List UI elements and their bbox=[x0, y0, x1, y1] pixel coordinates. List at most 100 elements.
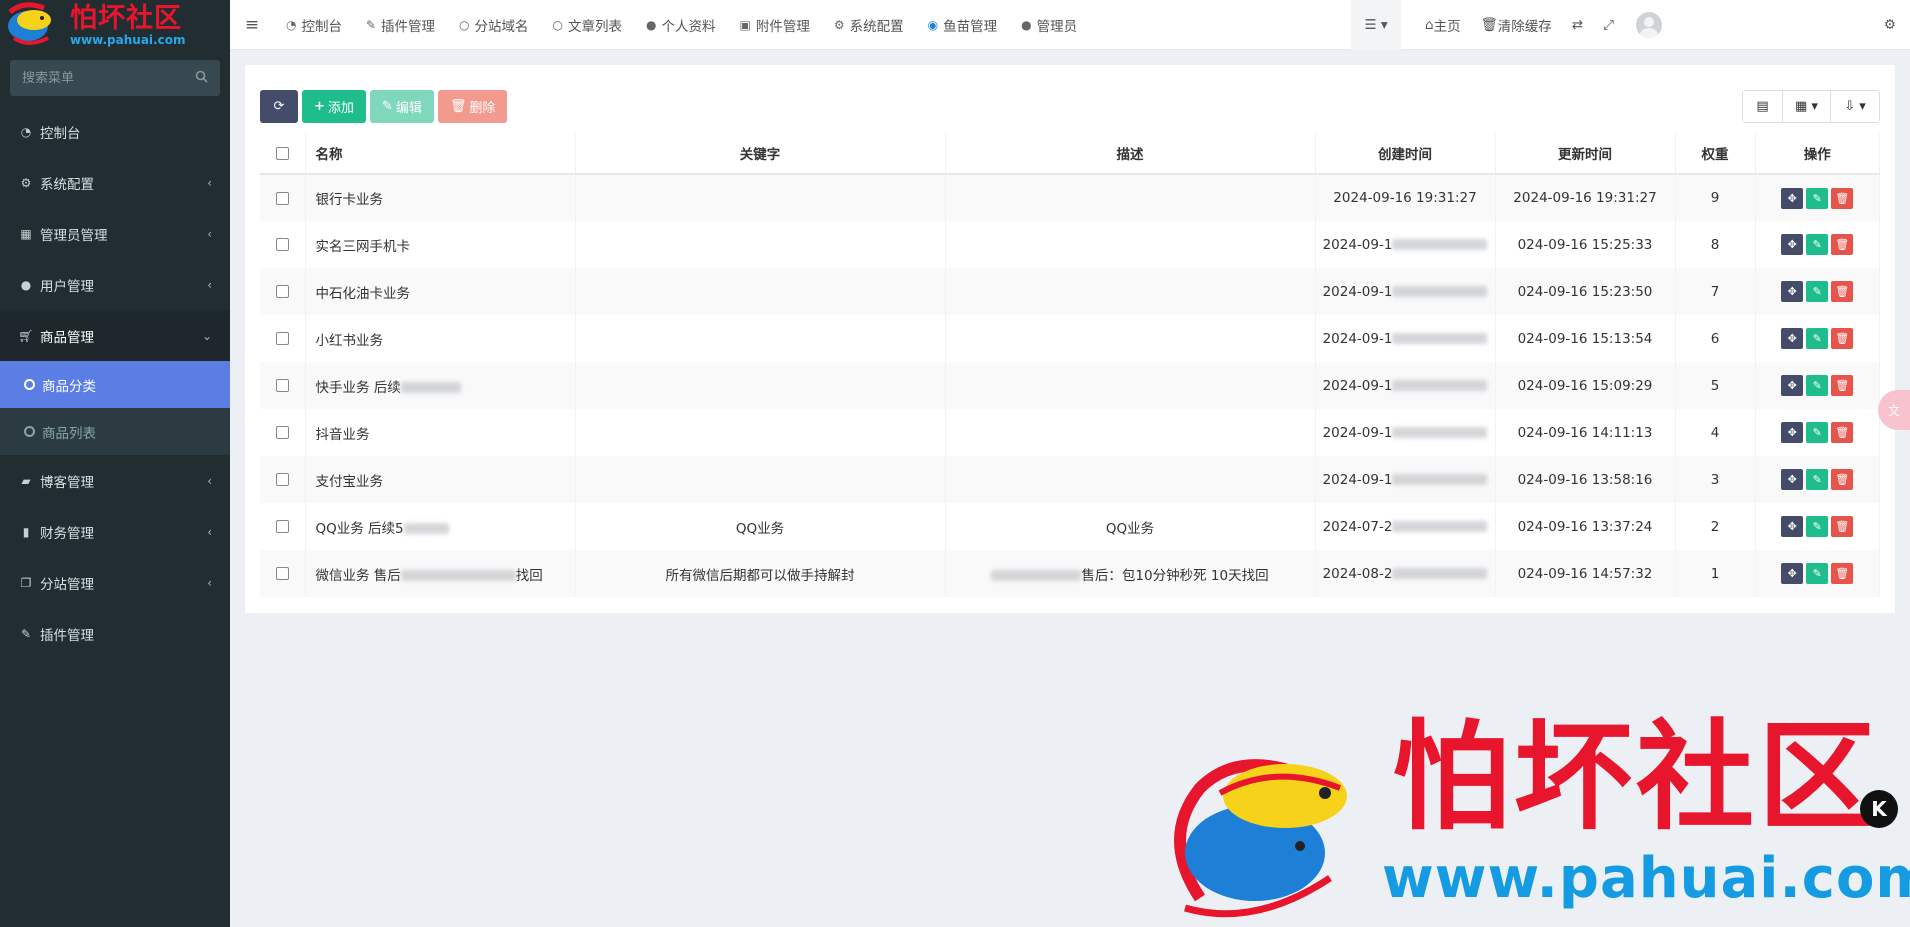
pencil-icon[interactable]: ✎ bbox=[1806, 187, 1829, 209]
select-all-checkbox[interactable] bbox=[275, 146, 289, 160]
nav-item-profile[interactable]: ● 个人资料 bbox=[634, 0, 727, 50]
clear-cache-button[interactable]: 🗑︎ 清除缓存 bbox=[1471, 0, 1562, 50]
col-desc[interactable]: 描述 bbox=[945, 133, 1316, 175]
pencil-icon[interactable]: ✎ bbox=[1806, 469, 1829, 490]
trash-icon[interactable]: 🗑︎ bbox=[1831, 281, 1854, 302]
sidebar-item-user-manage[interactable]: ● 用户管理 ‹ bbox=[0, 259, 230, 310]
sidebar-item-goods-manage[interactable]: 🛒︎ 商品管理 ⌄ bbox=[0, 310, 230, 361]
row-checkbox[interactable] bbox=[275, 473, 289, 486]
move-icon[interactable]: ✥ bbox=[1781, 281, 1804, 302]
pencil-icon[interactable]: ✎ bbox=[1806, 563, 1829, 584]
sidebar-item-system-config[interactable]: ⚙ 系统配置 ‹ bbox=[0, 157, 230, 208]
logo[interactable]: 怕坏社区 www.pahuai.com bbox=[0, 0, 230, 50]
row-checkbox[interactable] bbox=[275, 285, 289, 298]
columns-dropdown[interactable]: ▦ ▾ bbox=[1783, 91, 1831, 122]
cell-name-text: 快手业务 后续 bbox=[315, 379, 401, 396]
col-created[interactable]: 创建时间 bbox=[1315, 133, 1496, 175]
col-name[interactable]: 名称 bbox=[305, 133, 576, 175]
nav-item-fish-manage[interactable]: ◉ 鱼苗管理 bbox=[916, 0, 1009, 50]
table-row[interactable]: QQ业务 后续5 QQ业务 QQ业务 2024-07-2 024-09-16 1… bbox=[260, 503, 1880, 550]
translate-button[interactable]: ⇄ bbox=[1562, 0, 1593, 50]
row-checkbox[interactable] bbox=[275, 238, 289, 251]
sidebar-item-finance-manage[interactable]: ▮ 财务管理 ‹ bbox=[0, 506, 230, 557]
row-checkbox[interactable] bbox=[275, 332, 289, 345]
nav-item-label: 插件管理 bbox=[381, 18, 436, 35]
fullscreen-button[interactable]: ⤢ bbox=[1593, 0, 1624, 50]
sidebar-item-dashboard[interactable]: ◔ 控制台 bbox=[0, 106, 230, 157]
sidebar-item-blog-manage[interactable]: ▰ 博客管理 ‹ bbox=[0, 455, 230, 506]
row-checkbox[interactable] bbox=[275, 567, 289, 580]
menu-search-input[interactable] bbox=[22, 70, 172, 86]
move-icon[interactable]: ✥ bbox=[1781, 328, 1804, 349]
menu-toggle-dropdown[interactable]: ☰ ▾ bbox=[1351, 0, 1402, 50]
row-checkbox[interactable] bbox=[275, 426, 289, 439]
nav-item-attachments[interactable]: ▣ 附件管理 bbox=[728, 0, 822, 50]
refresh-button[interactable]: ⟳ bbox=[260, 90, 298, 123]
move-icon[interactable]: ✥ bbox=[1781, 375, 1804, 396]
sidebar-item-plugin-manage[interactable]: ✎ 插件管理 bbox=[0, 608, 230, 659]
nav-item-label: 系统配置 bbox=[849, 18, 904, 35]
pencil-icon[interactable]: ✎ bbox=[1806, 281, 1829, 302]
table-row[interactable]: 实名三网手机卡 2024-09-1 024-09-16 15:25:33 8 ✥… bbox=[260, 221, 1880, 268]
settings-button[interactable]: ⚙ bbox=[1874, 0, 1910, 50]
sidebar-subitem-goods-category[interactable]: 商品分类 bbox=[0, 361, 230, 408]
sidebar-item-admin-manage[interactable]: ▦ 管理员管理 ‹ bbox=[0, 208, 230, 259]
nav-item-admin[interactable]: ● 管理员 bbox=[1009, 0, 1089, 50]
table-row[interactable]: 中石化油卡业务 2024-09-1 024-09-16 15:23:50 7 ✥… bbox=[260, 268, 1880, 315]
col-weight[interactable]: 权重 bbox=[1675, 133, 1756, 175]
edit-button[interactable]: ✎ 编辑 bbox=[369, 90, 434, 123]
nav-item-article-list[interactable]: ○ 文章列表 bbox=[541, 0, 634, 50]
row-checkbox[interactable] bbox=[275, 520, 289, 533]
watermark-url: www.pahuai.com bbox=[1382, 846, 1910, 911]
table-row[interactable]: 微信业务 售后 找回 所有微信后期都可以做手持解封 售后：包10分钟秒死 10天找… bbox=[260, 550, 1880, 597]
trash-icon[interactable]: 🗑︎ bbox=[1831, 422, 1854, 443]
translate-float-icon[interactable]: 文 bbox=[1878, 390, 1910, 430]
trash-icon[interactable]: 🗑︎ bbox=[1831, 328, 1854, 349]
row-checkbox[interactable] bbox=[275, 191, 289, 205]
avatar[interactable] bbox=[1635, 12, 1662, 38]
toggle-view-button[interactable]: ▤ bbox=[1743, 91, 1783, 122]
trash-icon[interactable]: 🗑︎ bbox=[1831, 516, 1854, 537]
nav-item-substation-domain[interactable]: ○ 分站域名 bbox=[447, 0, 540, 50]
menu-search bbox=[10, 60, 220, 96]
pencil-icon[interactable]: ✎ bbox=[1806, 422, 1829, 443]
home-link[interactable]: ⌂ 主页 bbox=[1415, 0, 1471, 50]
trash-icon[interactable]: 🗑︎ bbox=[1831, 187, 1854, 209]
pencil-icon[interactable]: ✎ bbox=[1806, 234, 1829, 255]
sidebar-subitem-goods-list[interactable]: 商品列表 bbox=[0, 408, 230, 455]
pencil-icon[interactable]: ✎ bbox=[1806, 328, 1829, 349]
table-row[interactable]: 小红书业务 2024-09-1 024-09-16 15:13:54 6 ✥ ✎ 🗑… bbox=[260, 315, 1880, 362]
row-checkbox[interactable] bbox=[275, 379, 289, 392]
table-row[interactable]: 抖音业务 2024-09-1 024-09-16 14:11:13 4 ✥ ✎ 🗑︎ bbox=[260, 409, 1880, 456]
move-icon[interactable]: ✥ bbox=[1781, 422, 1804, 443]
trash-icon[interactable]: 🗑︎ bbox=[1831, 563, 1854, 584]
sidebar-item-substation-manage[interactable]: ❐ 分站管理 ‹ bbox=[0, 557, 230, 608]
col-updated[interactable]: 更新时间 bbox=[1495, 133, 1676, 175]
move-icon[interactable]: ✥ bbox=[1781, 516, 1804, 537]
move-icon[interactable]: ✥ bbox=[1781, 187, 1804, 209]
col-keyword[interactable]: 关键字 bbox=[575, 133, 946, 175]
search-icon[interactable] bbox=[195, 70, 208, 87]
nav-item-dashboard[interactable]: ◔ 控制台 bbox=[274, 0, 354, 50]
cell-ops: ✥ ✎ 🗑︎ bbox=[1755, 268, 1880, 315]
move-icon[interactable]: ✥ bbox=[1781, 563, 1804, 584]
table-row[interactable]: 支付宝业务 2024-09-1 024-09-16 13:58:16 3 ✥ ✎ 🗑… bbox=[260, 456, 1880, 503]
cell-desc: 售后：包10分钟秒死 10天找回 bbox=[945, 550, 1316, 597]
hamburger-icon[interactable]: ≡ bbox=[230, 15, 274, 35]
nav-item-system-config[interactable]: ⚙ 系统配置 bbox=[822, 0, 916, 50]
trash-icon[interactable]: 🗑︎ bbox=[1831, 375, 1854, 396]
cell-name-text: 银行卡业务 bbox=[315, 192, 384, 208]
add-button[interactable]: + 添加 bbox=[302, 90, 366, 123]
move-icon[interactable]: ✥ bbox=[1781, 234, 1804, 255]
move-icon[interactable]: ✥ bbox=[1781, 469, 1804, 490]
gears-icon: ⚙ bbox=[1883, 17, 1896, 33]
export-dropdown[interactable]: ⇩ ▾ bbox=[1831, 91, 1879, 122]
table-row[interactable]: 银行卡业务 2024-09-16 19:31:27 2024-09-16 19:… bbox=[260, 174, 1880, 221]
delete-button[interactable]: 🗑︎ 删除 bbox=[437, 90, 508, 123]
nav-item-plugins[interactable]: ✎ 插件管理 bbox=[354, 0, 447, 50]
trash-icon[interactable]: 🗑︎ bbox=[1831, 469, 1854, 490]
table-row[interactable]: 快手业务 后续 2024-09-1 024-09-16 15:09:29 5 ✥… bbox=[260, 362, 1880, 409]
trash-icon[interactable]: 🗑︎ bbox=[1831, 234, 1854, 255]
pencil-icon[interactable]: ✎ bbox=[1806, 375, 1829, 396]
pencil-icon[interactable]: ✎ bbox=[1806, 516, 1829, 537]
